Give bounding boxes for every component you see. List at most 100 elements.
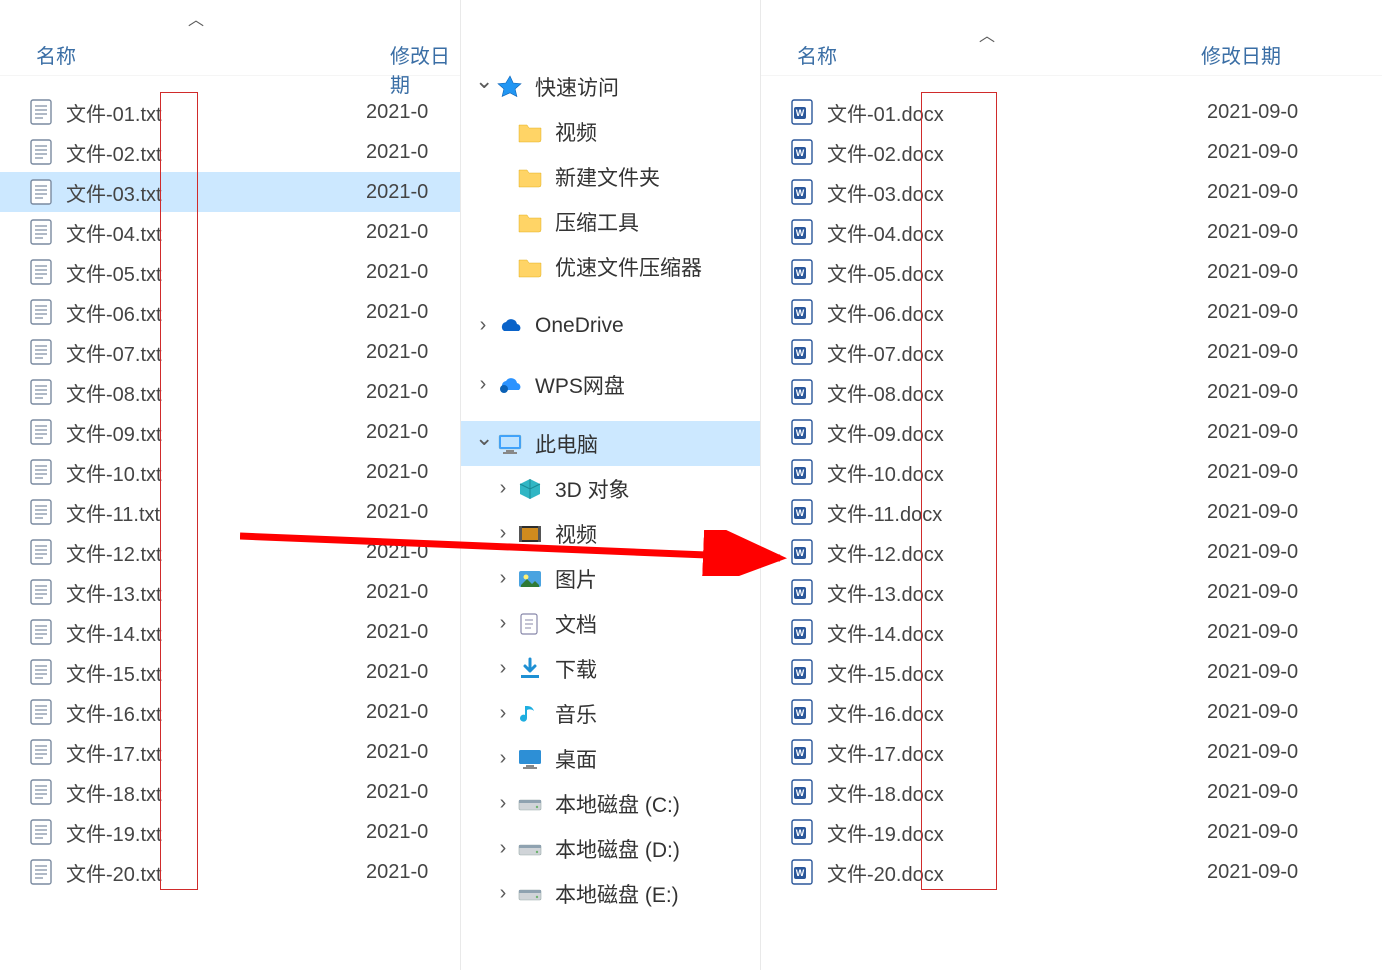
chevron-right-icon[interactable] bbox=[495, 612, 511, 635]
chevron-down-icon[interactable] bbox=[475, 74, 491, 100]
chevron-down-icon[interactable] bbox=[475, 431, 491, 457]
file-row[interactable]: 文件-06.txt2021-0 bbox=[0, 292, 460, 332]
chevron-right-icon[interactable] bbox=[495, 657, 511, 680]
right-column-header[interactable]: ︿ 名称 修改日期 bbox=[761, 0, 1382, 76]
file-row[interactable]: W 文件-13.docx2021-09-0 bbox=[761, 572, 1382, 612]
right-col-date[interactable]: 修改日期 bbox=[1201, 40, 1281, 69]
file-row[interactable]: 文件-10.txt2021-0 bbox=[0, 452, 460, 492]
file-row[interactable]: W 文件-19.docx2021-09-0 bbox=[761, 812, 1382, 852]
tree-item[interactable]: 文档 bbox=[461, 601, 760, 646]
file-row[interactable]: 文件-14.txt2021-0 bbox=[0, 612, 460, 652]
file-row[interactable]: 文件-08.txt2021-0 bbox=[0, 372, 460, 412]
tree-item[interactable]: 优速文件压缩器 bbox=[461, 244, 760, 289]
tree-item[interactable]: 视频 bbox=[461, 511, 760, 556]
chevron-right-icon[interactable] bbox=[495, 747, 511, 770]
file-date: 2021-0 bbox=[366, 821, 428, 844]
tree-item[interactable]: 音乐 bbox=[461, 691, 760, 736]
file-row[interactable]: W 文件-11.docx2021-09-0 bbox=[761, 492, 1382, 532]
left-column-header[interactable]: ︿ 名称 修改日期 bbox=[0, 0, 460, 76]
file-row[interactable]: W 文件-12.docx2021-09-0 bbox=[761, 532, 1382, 572]
chevron-right-icon[interactable] bbox=[475, 314, 491, 337]
chevron-right-icon[interactable] bbox=[495, 837, 511, 860]
tree-item[interactable]: 图片 bbox=[461, 556, 760, 601]
tree-item[interactable]: OneDrive bbox=[461, 303, 760, 348]
file-row[interactable]: W 文件-07.docx2021-09-0 bbox=[761, 332, 1382, 372]
chevron-right-icon[interactable] bbox=[475, 373, 491, 396]
file-date: 2021-09-0 bbox=[1207, 661, 1298, 684]
file-name: 文件-17.docx bbox=[827, 738, 1207, 767]
tree-item[interactable]: 3D 对象 bbox=[461, 466, 760, 511]
file-row[interactable]: W 文件-16.docx2021-09-0 bbox=[761, 692, 1382, 732]
tree-item[interactable]: 下载 bbox=[461, 646, 760, 691]
file-row[interactable]: 文件-20.txt2021-0 bbox=[0, 852, 460, 892]
file-row[interactable]: 文件-02.txt2021-0 bbox=[0, 132, 460, 172]
left-file-pane: ︿ 名称 修改日期 文件-01.txt2021-0 文件-02.txt2021-… bbox=[0, 0, 460, 970]
file-row[interactable]: W 文件-15.docx2021-09-0 bbox=[761, 652, 1382, 692]
file-name: 文件-02.txt bbox=[66, 138, 366, 167]
file-row[interactable]: 文件-16.txt2021-0 bbox=[0, 692, 460, 732]
tree-item[interactable]: WPS网盘 bbox=[461, 362, 760, 407]
file-row[interactable]: 文件-15.txt2021-0 bbox=[0, 652, 460, 692]
chevron-right-icon[interactable] bbox=[495, 702, 511, 725]
chevron-right-icon[interactable] bbox=[495, 882, 511, 905]
tree-item[interactable]: 此电脑 bbox=[461, 421, 760, 466]
file-row[interactable]: W 文件-08.docx2021-09-0 bbox=[761, 372, 1382, 412]
docx-file-icon: W bbox=[791, 139, 813, 165]
file-row[interactable]: 文件-07.txt2021-0 bbox=[0, 332, 460, 372]
file-row[interactable]: W 文件-18.docx2021-09-0 bbox=[761, 772, 1382, 812]
sort-caret-icon: ︿ bbox=[979, 22, 995, 46]
file-date: 2021-0 bbox=[366, 781, 428, 804]
tree-item-label: 快速访问 bbox=[535, 72, 619, 102]
file-date: 2021-0 bbox=[366, 621, 428, 644]
file-row[interactable]: W 文件-14.docx2021-09-0 bbox=[761, 612, 1382, 652]
file-row[interactable]: 文件-18.txt2021-0 bbox=[0, 772, 460, 812]
tree-item[interactable]: 快速访问 bbox=[461, 64, 760, 109]
file-row[interactable]: W 文件-02.docx2021-09-0 bbox=[761, 132, 1382, 172]
file-row[interactable]: 文件-01.txt2021-0 bbox=[0, 92, 460, 132]
txt-file-icon bbox=[30, 419, 52, 445]
right-col-name[interactable]: 名称 bbox=[797, 40, 837, 69]
file-row[interactable]: W 文件-01.docx2021-09-0 bbox=[761, 92, 1382, 132]
file-date: 2021-0 bbox=[366, 661, 428, 684]
svg-text:W: W bbox=[796, 508, 805, 518]
file-name: 文件-19.txt bbox=[66, 818, 366, 847]
file-row[interactable]: 文件-09.txt2021-0 bbox=[0, 412, 460, 452]
file-name: 文件-07.docx bbox=[827, 338, 1207, 367]
file-row[interactable]: 文件-13.txt2021-0 bbox=[0, 572, 460, 612]
file-row[interactable]: W 文件-10.docx2021-09-0 bbox=[761, 452, 1382, 492]
file-row[interactable]: 文件-04.txt2021-0 bbox=[0, 212, 460, 252]
txt-file-icon bbox=[30, 539, 52, 565]
docx-file-icon: W bbox=[791, 739, 813, 765]
file-name: 文件-06.txt bbox=[66, 298, 366, 327]
tree-item[interactable]: 视频 bbox=[461, 109, 760, 154]
file-row[interactable]: 文件-12.txt2021-0 bbox=[0, 532, 460, 572]
file-row[interactable]: 文件-17.txt2021-0 bbox=[0, 732, 460, 772]
chevron-right-icon[interactable] bbox=[495, 477, 511, 500]
star-icon bbox=[497, 74, 523, 100]
tree-item[interactable]: 本地磁盘 (C:) bbox=[461, 781, 760, 826]
file-row[interactable]: W 文件-09.docx2021-09-0 bbox=[761, 412, 1382, 452]
file-row[interactable]: W 文件-20.docx2021-09-0 bbox=[761, 852, 1382, 892]
chevron-right-icon[interactable] bbox=[495, 522, 511, 545]
file-row[interactable]: W 文件-04.docx2021-09-0 bbox=[761, 212, 1382, 252]
tree-item[interactable]: 本地磁盘 (D:) bbox=[461, 826, 760, 871]
tree-item[interactable]: 新建文件夹 bbox=[461, 154, 760, 199]
chevron-right-icon[interactable] bbox=[495, 792, 511, 815]
left-col-date[interactable]: 修改日期 bbox=[390, 40, 460, 98]
chevron-right-icon[interactable] bbox=[495, 567, 511, 590]
file-row[interactable]: 文件-19.txt2021-0 bbox=[0, 812, 460, 852]
file-row[interactable]: 文件-05.txt2021-0 bbox=[0, 252, 460, 292]
file-row[interactable]: W 文件-05.docx2021-09-0 bbox=[761, 252, 1382, 292]
file-row[interactable]: 文件-03.txt2021-0 bbox=[0, 172, 460, 212]
svg-text:W: W bbox=[796, 308, 805, 318]
tree-item[interactable]: 本地磁盘 (E:) bbox=[461, 871, 760, 916]
navigation-tree-pane: 快速访问 视频 新建文件夹 压缩工具 优速文件压缩器 OneDrive WPS网… bbox=[460, 0, 760, 970]
file-row[interactable]: W 文件-03.docx2021-09-0 bbox=[761, 172, 1382, 212]
left-col-name[interactable]: 名称 bbox=[36, 40, 76, 69]
file-date: 2021-09-0 bbox=[1207, 621, 1298, 644]
tree-item[interactable]: 压缩工具 bbox=[461, 199, 760, 244]
file-row[interactable]: 文件-11.txt2021-0 bbox=[0, 492, 460, 532]
file-row[interactable]: W 文件-06.docx2021-09-0 bbox=[761, 292, 1382, 332]
tree-item[interactable]: 桌面 bbox=[461, 736, 760, 781]
file-row[interactable]: W 文件-17.docx2021-09-0 bbox=[761, 732, 1382, 772]
